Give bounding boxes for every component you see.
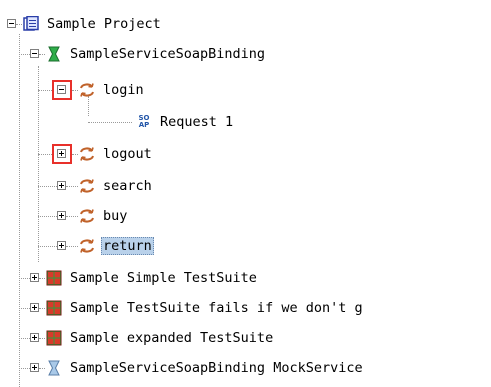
tree-node-request[interactable]: SO AP Request 1 [0,110,491,134]
tree-connector [19,278,30,280]
tree-node-operation-buy[interactable]: buy [0,204,491,228]
soap-icon-text: AP [138,121,150,129]
operation-label: login [103,82,144,98]
tree-node-binding[interactable]: SampleServiceSoapBinding [0,42,491,66]
testsuite-label: Sample TestSuite fails if we don't g [70,300,363,316]
tree-connector [39,54,45,56]
project-label: Sample Project [47,16,161,32]
tree-connector [19,338,30,340]
operation-icon [80,179,94,193]
tree-node-testsuite[interactable]: Sample Simple TestSuite [0,266,491,290]
tree-connector [88,122,132,124]
tree-connector [39,308,45,310]
testsuite-label: Sample Simple TestSuite [70,270,257,286]
testsuite-icon [46,330,62,346]
testsuite-label: Sample expanded TestSuite [70,330,274,346]
tree-node-operation-logout[interactable]: logout [0,142,491,166]
soap-binding-icon [48,46,60,62]
tree-connector [39,368,45,370]
operation-icon [80,83,94,97]
tree-connector [39,338,45,340]
soap-request-icon: SO AP [136,114,152,130]
tree-connector [66,186,78,188]
tree-node-operation-return[interactable]: return [0,234,491,258]
tree-connector [72,90,78,92]
request-label: Request 1 [160,114,234,130]
operation-icon [80,239,94,253]
tree-connector [38,216,57,218]
tree-connector [19,54,30,56]
operation-label: logout [103,146,152,162]
operation-label-selected: return [101,237,154,255]
tree-node-testsuite[interactable]: Sample TestSuite fails if we don't g [0,296,491,320]
collapse-toggle[interactable] [57,85,66,94]
expand-toggle[interactable] [57,211,66,220]
project-icon [23,16,39,31]
expand-toggle[interactable] [57,149,66,158]
binding-label: SampleServiceSoapBinding [70,46,266,62]
tree-connector [38,90,52,92]
expand-toggle[interactable] [57,241,66,250]
tree-connector [19,308,30,310]
tree-connector [19,368,30,370]
mockservice-label: SampleServiceSoapBinding MockService [70,360,363,376]
expand-toggle[interactable] [30,303,39,312]
tree-node-mockservice[interactable]: SampleServiceSoapBinding MockService [0,356,491,380]
testsuite-icon [46,300,62,316]
tree-connector [72,154,78,156]
tree-node-operation-login[interactable]: login [0,78,491,102]
tree-connector [66,216,78,218]
tree-connector [38,246,57,248]
tree-node-testsuite[interactable]: Sample expanded TestSuite [0,326,491,350]
tree-connector [16,24,22,26]
expand-toggle[interactable] [30,363,39,372]
expand-toggle[interactable] [30,333,39,342]
tree-connector [38,186,57,188]
tree-connector [38,154,52,156]
tree-node-operation-search[interactable]: search [0,174,491,198]
operation-label: buy [103,208,128,224]
expand-toggle[interactable] [30,273,39,282]
collapse-toggle[interactable] [7,19,16,28]
operation-icon [80,147,94,161]
testsuite-icon [46,270,62,286]
expand-toggle[interactable] [57,181,66,190]
collapse-toggle[interactable] [30,49,39,58]
tree-connector [66,246,78,248]
operation-label: search [103,178,152,194]
tree-node-project[interactable]: Sample Project [0,12,491,36]
tree-connector [39,278,45,280]
operation-icon [80,209,94,223]
mockservice-icon [48,360,60,376]
project-tree: Sample Project SampleServiceSoapBinding [0,0,491,387]
